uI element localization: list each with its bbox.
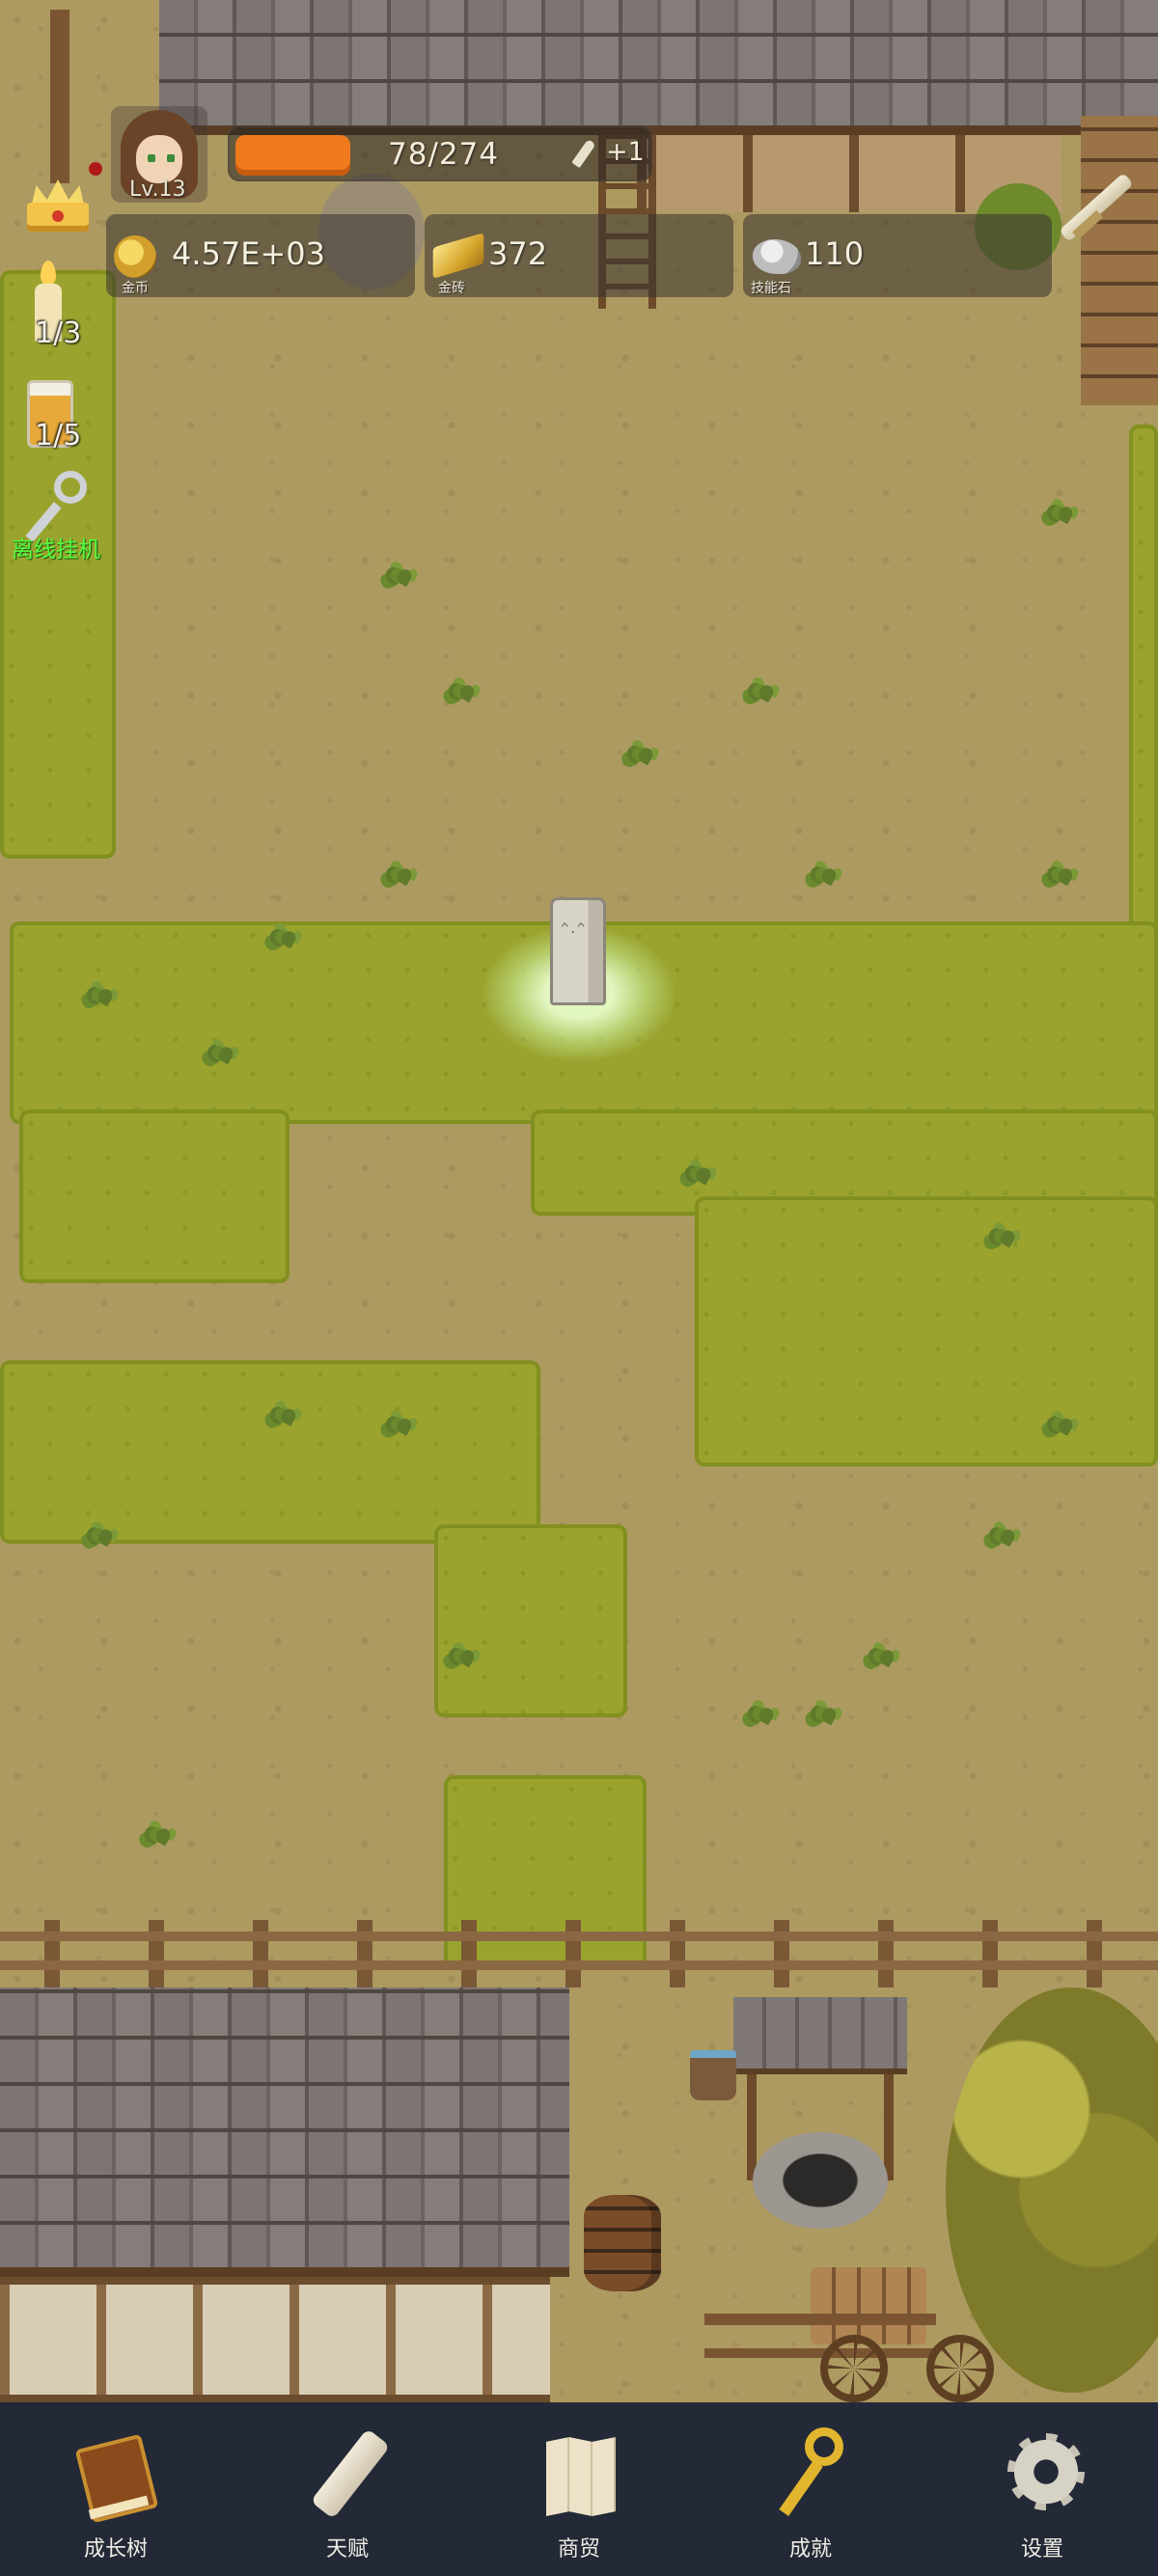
gold-coin-label: 金币 — [122, 281, 149, 296]
weed-sprite — [198, 1037, 240, 1070]
xp-bar: 78/274 +1 — [228, 125, 652, 181]
xp-bonus: +1 — [606, 137, 645, 167]
xp-bar-fill — [235, 135, 350, 176]
candle-count: 1/3 — [35, 316, 82, 350]
weed-sprite — [439, 675, 482, 708]
nav-growth-tree[interactable]: 成长树 — [48, 2424, 183, 2562]
nav-settings[interactable]: 设置 — [975, 2424, 1110, 2562]
cart-wheel — [820, 2335, 888, 2402]
weed-sprite — [859, 1640, 901, 1673]
grass-patch — [1129, 425, 1158, 936]
sword-button[interactable] — [1054, 164, 1141, 260]
nav-trade[interactable]: 商贸 — [511, 2424, 647, 2562]
skill-stone-value: 110 — [805, 235, 865, 272]
water-bucket — [690, 2050, 736, 2100]
top-right-shed — [1081, 116, 1158, 405]
nav-label: 成就 — [788, 2537, 832, 2562]
skill-stone-icon — [753, 239, 801, 274]
bottom-house-roof — [0, 1987, 569, 2277]
cat-stone-monument[interactable]: ^.^ — [550, 897, 606, 1005]
sword-icon — [1059, 172, 1134, 243]
book-icon — [74, 2424, 159, 2524]
grass-patch — [0, 270, 116, 859]
weed-sprite — [261, 1399, 303, 1432]
weed-sprite — [261, 921, 303, 954]
quill-icon — [571, 138, 596, 169]
nav-label: 成长树 — [83, 2537, 148, 2562]
grass-patch — [695, 1196, 1158, 1466]
resource-gold-coin[interactable]: 4.57E+03 金币 — [106, 214, 415, 297]
weed-sprite — [1037, 497, 1080, 530]
nav-label: 天赋 — [325, 2537, 369, 2562]
grass-patch — [19, 1110, 290, 1283]
gold-coin-value: 4.57E+03 — [172, 235, 325, 272]
weed-sprite — [801, 1698, 843, 1731]
cart-wheel — [926, 2335, 994, 2402]
weed-sprite — [439, 1640, 482, 1673]
top-house-roof — [159, 0, 1158, 135]
silver-key-icon — [54, 471, 87, 504]
skill-stone-label: 技能石 — [751, 281, 791, 296]
resource-skill-stone[interactable]: 110 技能石 — [743, 214, 1052, 297]
offline-idle-label: 离线挂机 — [12, 537, 100, 562]
golden-key-icon — [770, 2424, 851, 2520]
bottom-nav: 成长树 天赋 商贸 成就 设置 — [0, 2402, 1158, 2576]
gold-coin-icon — [114, 235, 156, 278]
weed-sprite — [738, 675, 781, 708]
weed-sprite — [77, 1520, 120, 1552]
gold-brick-icon — [432, 233, 484, 279]
bottom-house-wall — [0, 2277, 550, 2402]
xp-text: 78/274 — [388, 137, 500, 172]
weed-sprite — [376, 1409, 419, 1441]
water-well — [733, 1997, 907, 2238]
map-icon — [538, 2424, 620, 2520]
nav-achievement[interactable]: 成就 — [743, 2424, 878, 2562]
weed-sprite — [801, 859, 843, 891]
gold-brick-value: 372 — [488, 235, 548, 272]
weed-sprite — [1037, 1409, 1080, 1441]
gold-brick-label: 金砖 — [438, 281, 465, 296]
nav-label: 设置 — [1020, 2537, 1063, 2562]
nav-label: 商贸 — [557, 2537, 600, 2562]
crown-button[interactable] — [21, 170, 95, 237]
hay-cart — [704, 2267, 994, 2402]
weed-sprite — [979, 1520, 1022, 1552]
weed-sprite — [979, 1220, 1022, 1253]
beer-count: 1/5 — [35, 419, 82, 452]
stone-face-icon: ^.^ — [561, 921, 586, 937]
grass-patch — [434, 1524, 627, 1717]
top-left-post — [50, 10, 69, 183]
weed-sprite — [676, 1158, 718, 1191]
grass-patch — [0, 1360, 540, 1544]
candle-icon — [41, 260, 56, 286]
weed-sprite — [1037, 859, 1080, 891]
weed-sprite — [376, 859, 419, 891]
weed-sprite — [738, 1698, 781, 1731]
player-level: Lv.13 — [129, 178, 186, 202]
nav-talent[interactable]: 天赋 — [280, 2424, 415, 2562]
barrel — [584, 2195, 661, 2291]
scroll-icon — [307, 2424, 391, 2520]
weed-sprite — [376, 560, 419, 592]
wooden-fence — [0, 1920, 1158, 1987]
game-scene[interactable]: ^.^ — [0, 0, 1158, 2402]
resource-gold-brick[interactable]: 372 金砖 — [425, 214, 733, 297]
gear-icon — [1002, 2424, 1085, 2520]
weed-sprite — [77, 979, 120, 1012]
weed-sprite — [618, 738, 660, 771]
weed-sprite — [135, 1819, 178, 1851]
